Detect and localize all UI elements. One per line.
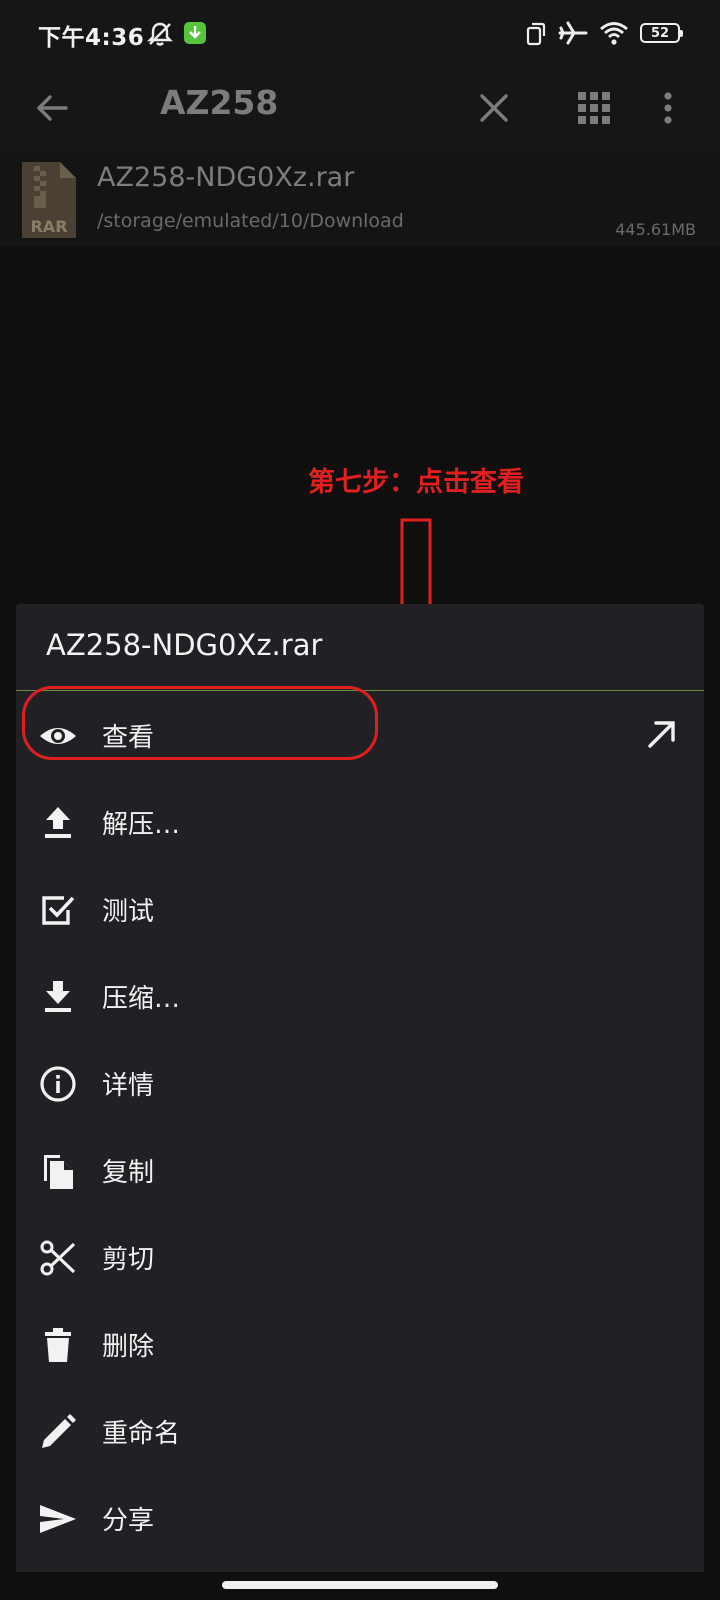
menu-item-extract[interactable]: 解压…	[16, 779, 704, 866]
menu-item-copy[interactable]: 复制	[16, 1127, 704, 1214]
menu-item-label: 重命名	[102, 1419, 181, 1449]
more-vert-icon[interactable]	[650, 86, 686, 130]
action-menu: 查看 解压… 测试 压缩… 详情 复制 剪切 删除 重命名 分享	[16, 692, 704, 1562]
info-icon	[38, 1064, 78, 1104]
rar-file-icon: RAR	[22, 162, 76, 238]
send-icon	[38, 1499, 78, 1539]
menu-item-label: 复制	[102, 1158, 155, 1188]
menu-item-label: 测试	[102, 897, 155, 927]
upload-icon	[38, 803, 78, 843]
menu-item-compress[interactable]: 压缩…	[16, 953, 704, 1040]
file-path: /storage/emulated/10/Download	[97, 210, 404, 232]
menu-item-test[interactable]: 测试	[16, 866, 704, 953]
screen-rotate-icon	[526, 22, 546, 46]
menu-item-rename[interactable]: 重命名	[16, 1388, 704, 1475]
status-bar: 下午4:36 52	[0, 0, 720, 66]
menu-item-details[interactable]: 详情	[16, 1040, 704, 1127]
battery-level: 52	[650, 25, 670, 41]
rar-icon-label: RAR	[30, 217, 67, 236]
app-bar: AZ258	[0, 66, 720, 154]
close-icon[interactable]	[472, 86, 516, 130]
airplane-icon	[558, 21, 588, 45]
menu-item-label: 分享	[102, 1506, 155, 1536]
grid-view-icon[interactable]	[572, 86, 616, 130]
menu-item-delete[interactable]: 删除	[16, 1301, 704, 1388]
app-bar-title: AZ258	[160, 83, 279, 122]
menu-item-label: 详情	[102, 1071, 155, 1101]
copy-icon	[38, 1151, 78, 1191]
menu-item-label: 压缩…	[102, 984, 181, 1014]
file-name: AZ258-NDG0Xz.rar	[97, 162, 355, 193]
wifi-icon	[600, 22, 628, 45]
status-icons: 52	[522, 18, 683, 48]
download-notification-icon	[184, 22, 206, 44]
download-icon	[38, 977, 78, 1017]
annotation-highlight-ring	[22, 686, 378, 760]
status-time: 下午4:36	[38, 25, 145, 51]
file-list-item[interactable]: RAR AZ258-NDG0Xz.rar /storage/emulated/1…	[0, 154, 720, 246]
annotation-text: 第七步：点击查看	[308, 467, 524, 498]
checkbox-icon	[38, 890, 78, 930]
home-indicator[interactable]	[222, 1581, 498, 1589]
battery-icon: 52	[640, 23, 683, 43]
menu-item-label: 解压…	[102, 810, 181, 840]
menu-item-cut[interactable]: 剪切	[16, 1214, 704, 1301]
sheet-title: AZ258-NDG0Xz.rar	[46, 628, 323, 662]
file-size: 445.61MB	[615, 220, 696, 239]
menu-item-label: 删除	[102, 1332, 155, 1362]
pencil-icon	[38, 1412, 78, 1452]
scissors-icon	[38, 1238, 78, 1278]
menu-item-share[interactable]: 分享	[16, 1475, 704, 1562]
open-external-icon[interactable]	[642, 714, 682, 754]
menu-item-label: 剪切	[102, 1245, 155, 1275]
trash-icon	[38, 1325, 78, 1365]
notifications-off-icon	[147, 22, 173, 46]
back-arrow-icon[interactable]	[30, 86, 74, 130]
